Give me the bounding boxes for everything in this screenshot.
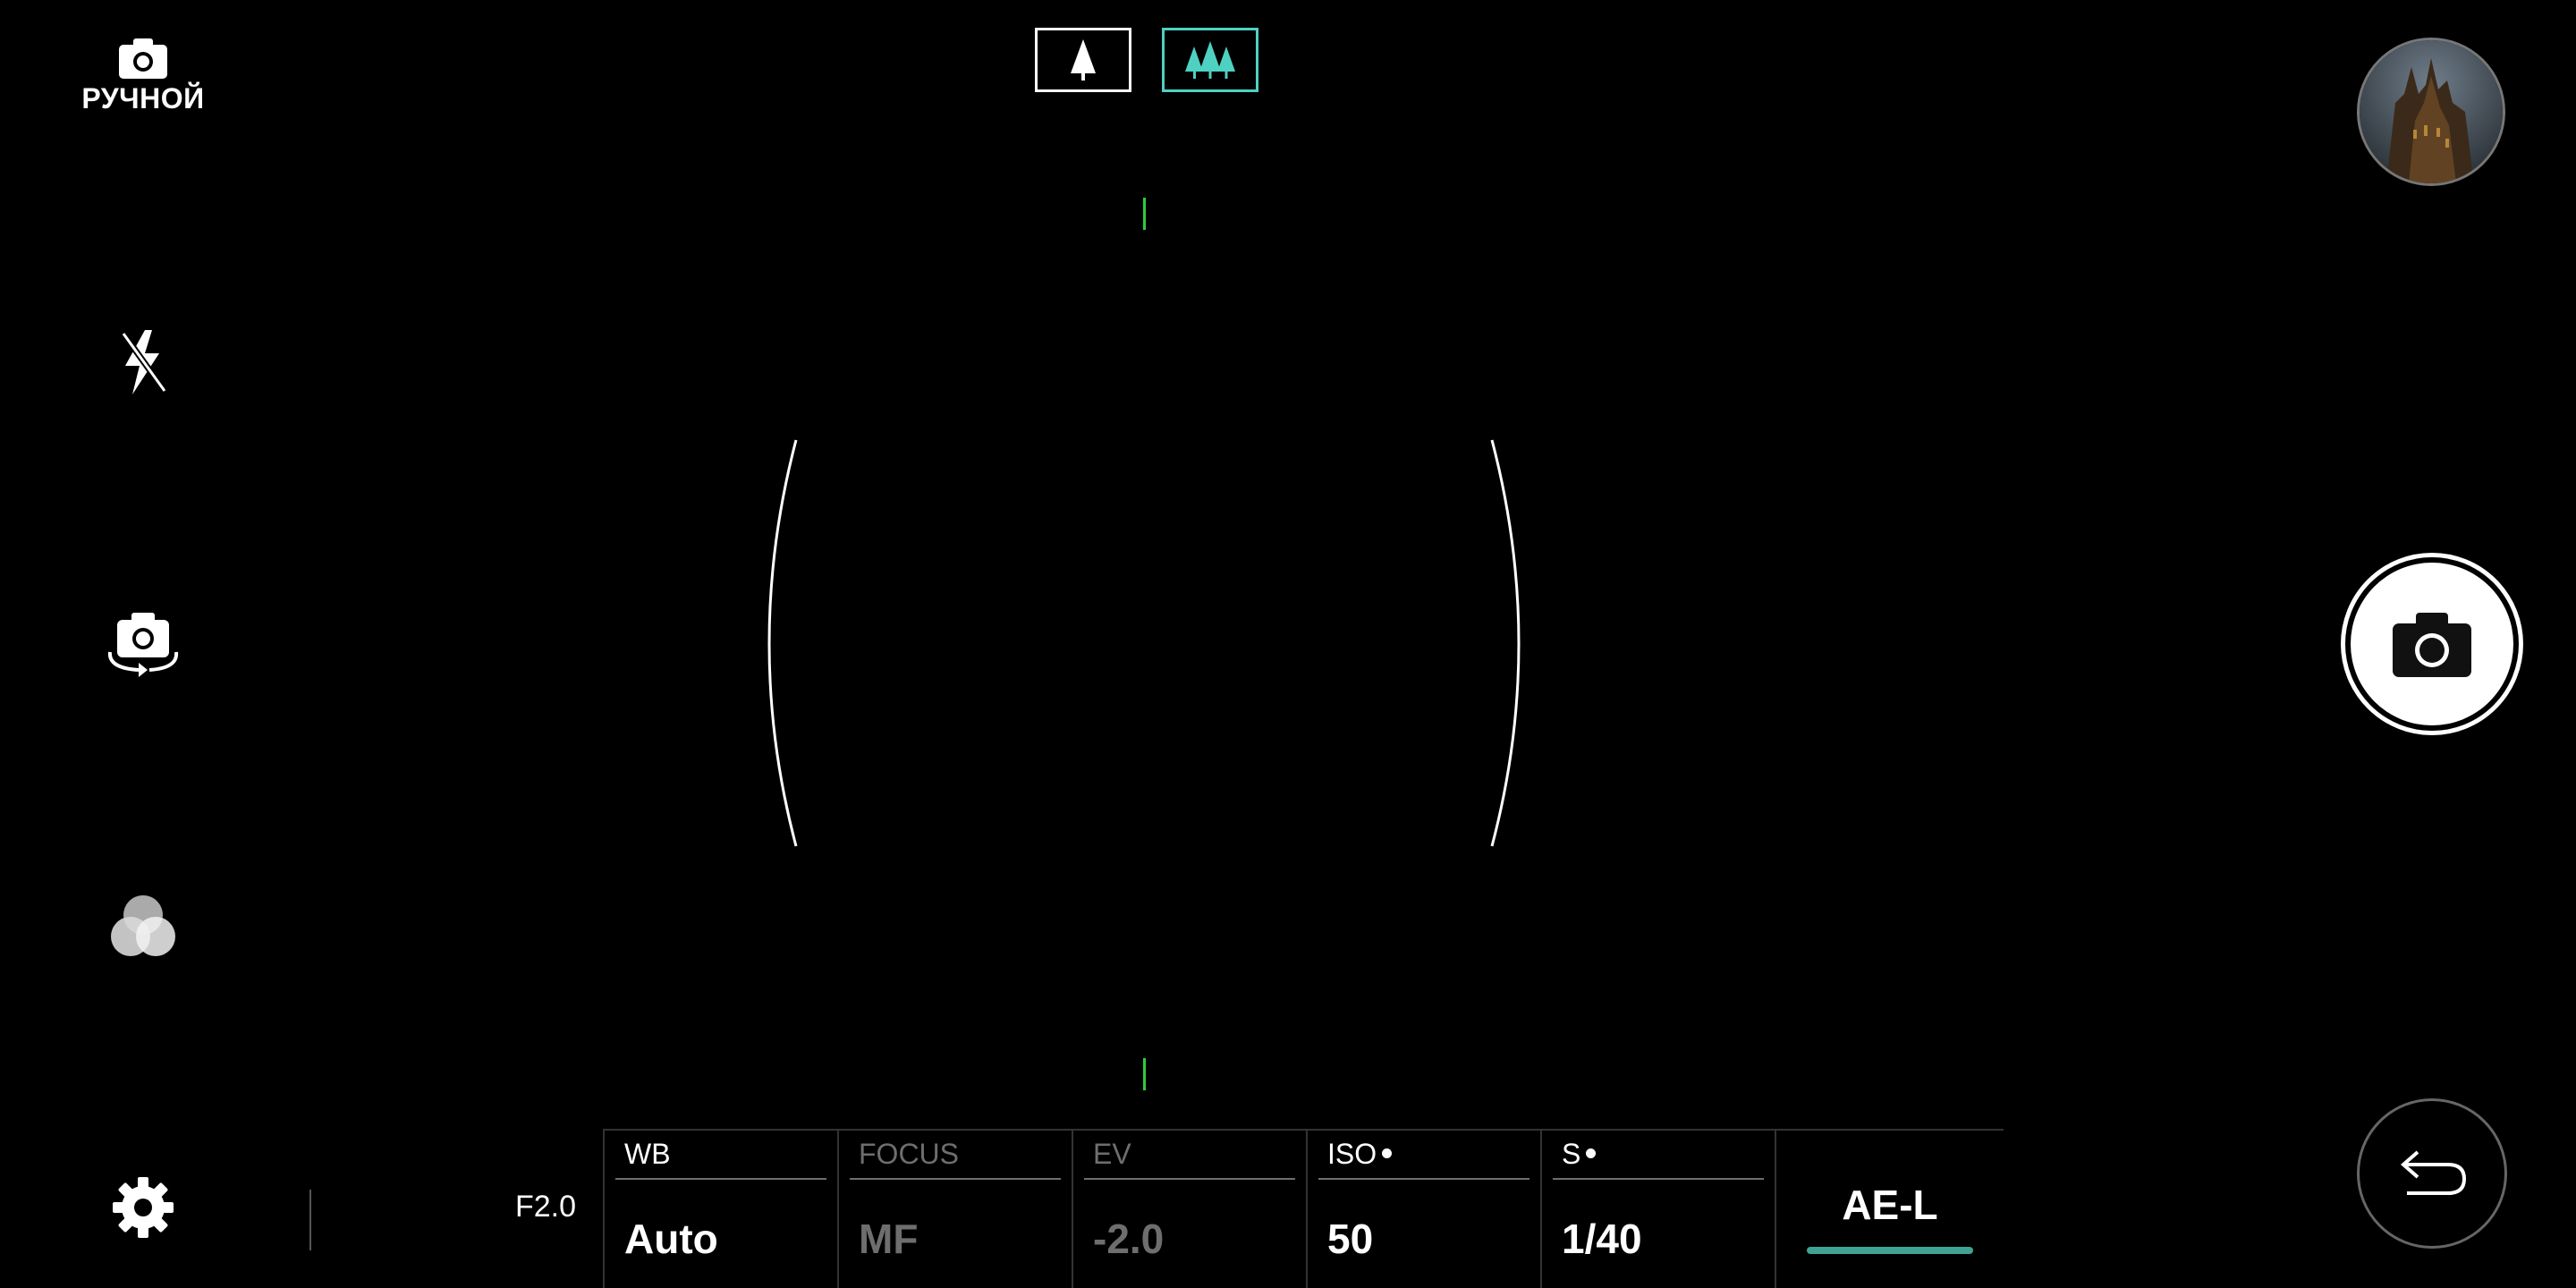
control-label: EV (1093, 1138, 1131, 1170)
control-shutter-speed[interactable]: S 1/40 (1540, 1129, 1775, 1288)
camera-icon (2393, 613, 2471, 677)
mode-label: РУЧНОЙ (81, 82, 205, 114)
ae-lock-indicator (1807, 1247, 1973, 1254)
gallery-thumbnail[interactable] (2357, 38, 2505, 186)
three-trees-icon (1185, 41, 1235, 79)
camera-switch-icon (107, 613, 179, 677)
control-label: WB (624, 1138, 671, 1170)
color-filter-icon (111, 895, 175, 956)
control-iso[interactable]: ISO 50 (1306, 1129, 1540, 1288)
control-label: ISO (1327, 1138, 1393, 1171)
aperture-divider (309, 1190, 311, 1250)
camera-switch-button[interactable] (98, 605, 188, 682)
camera-icon (119, 38, 167, 79)
active-dot (1382, 1148, 1393, 1159)
control-underline (850, 1178, 1061, 1180)
control-underline (615, 1178, 826, 1180)
ae-lock-button[interactable]: AE-L (1775, 1129, 2004, 1288)
control-underline (1318, 1178, 1530, 1180)
focus-tick-top (1143, 198, 1146, 230)
control-label: S (1562, 1138, 1597, 1171)
shutter-button[interactable] (2341, 553, 2523, 735)
control-wb[interactable]: WB Auto (603, 1129, 837, 1288)
settings-button[interactable] (107, 1172, 179, 1243)
control-label-text: ISO (1327, 1138, 1377, 1170)
wide-lens-button[interactable] (1162, 28, 1258, 92)
control-value: 50 (1327, 1216, 1374, 1262)
control-underline (1553, 1178, 1764, 1180)
aperture-value: F2.0 (515, 1190, 577, 1224)
control-value: 1/40 (1562, 1216, 1642, 1262)
active-dot (1586, 1148, 1597, 1159)
focus-tick-bottom (1143, 1058, 1146, 1090)
control-underline (1084, 1178, 1295, 1180)
control-focus[interactable]: FOCUS MF (837, 1129, 1072, 1288)
color-filter-button[interactable] (106, 891, 181, 962)
back-button[interactable] (2357, 1098, 2507, 1249)
flash-button[interactable] (107, 322, 179, 402)
back-arrow-icon (2400, 1150, 2467, 1195)
control-ev[interactable]: EV -2.0 (1072, 1129, 1306, 1288)
control-label-text: S (1562, 1138, 1581, 1170)
flash-off-icon (121, 330, 167, 394)
control-value: MF (859, 1216, 919, 1262)
single-tree-icon (1071, 39, 1096, 80)
control-label: FOCUS (859, 1138, 959, 1170)
ae-lock-label: AE-L (1842, 1182, 1938, 1228)
control-value: -2.0 (1093, 1216, 1165, 1262)
viewfinder-brackets (767, 439, 1521, 847)
control-value: Auto (624, 1216, 718, 1262)
mode-button[interactable]: РУЧНОЙ (72, 36, 215, 143)
gear-icon (113, 1177, 174, 1238)
standard-lens-button[interactable] (1035, 28, 1131, 92)
